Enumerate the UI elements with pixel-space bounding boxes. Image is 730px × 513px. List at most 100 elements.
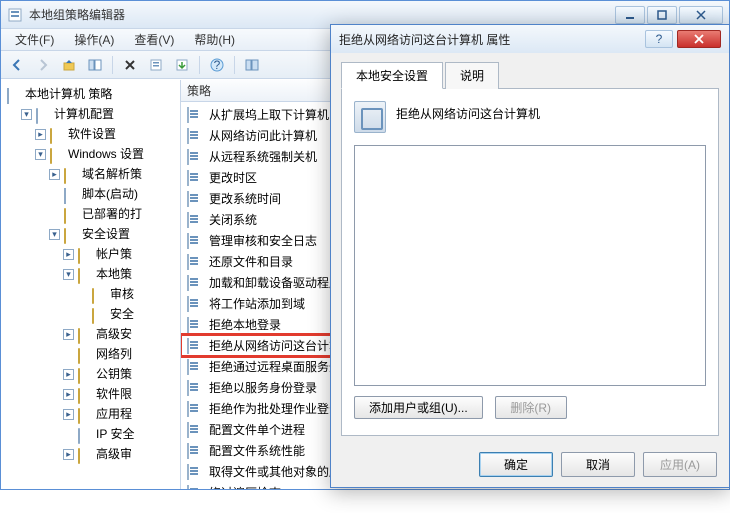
apply-button[interactable]: 应用(A) — [643, 452, 717, 477]
properties-button[interactable] — [144, 54, 168, 76]
menu-view[interactable]: 查看(V) — [124, 29, 184, 50]
tree-label: 本地计算机 策略 — [25, 85, 112, 103]
tree-label: IP 安全 — [96, 425, 134, 443]
tree-network[interactable]: 网络列 — [61, 344, 180, 364]
tree-script[interactable]: 脚本(启动) — [47, 184, 180, 204]
tree-ipsafe[interactable]: IP 安全 — [61, 424, 180, 444]
close-button[interactable] — [679, 6, 723, 24]
tab-explain[interactable]: 说明 — [445, 62, 499, 89]
tree-audit[interactable]: 审核 — [75, 284, 180, 304]
list-item-label: 管理审核和安全日志 — [209, 232, 317, 249]
toolbar-separator — [234, 56, 235, 74]
refresh-button[interactable] — [240, 54, 264, 76]
tree-label: 计算机配置 — [54, 105, 114, 123]
tree-label: 软件设置 — [68, 125, 116, 143]
tree-label: 网络列 — [96, 345, 132, 363]
tab-strip: 本地安全设置 说明 — [341, 61, 719, 89]
tree-software[interactable]: ▸ 软件设置 — [33, 124, 180, 144]
policy-item-icon — [187, 171, 203, 185]
tree-label: 脚本(启动) — [82, 185, 138, 203]
folder-icon — [64, 167, 80, 181]
expand-icon[interactable]: ▸ — [63, 449, 74, 460]
expand-icon[interactable]: ▸ — [49, 169, 60, 180]
policy-item-icon — [187, 129, 203, 143]
ok-button[interactable]: 确定 — [479, 452, 553, 477]
menu-action[interactable]: 操作(A) — [64, 29, 124, 50]
policy-item-icon — [187, 276, 203, 290]
tree-applimit[interactable]: ▸ 应用程 — [61, 404, 180, 424]
script-icon — [64, 187, 80, 201]
tree-computer-config[interactable]: ▾ 计算机配置 — [19, 104, 180, 124]
policy-item-icon — [187, 297, 203, 311]
delete-button[interactable] — [118, 54, 142, 76]
remove-button[interactable]: 删除(R) — [495, 396, 567, 419]
tree-local[interactable]: ▾本地策 — [61, 264, 180, 284]
policy-item-icon — [187, 192, 203, 206]
folder-icon — [64, 207, 80, 221]
toolbar-separator — [199, 56, 200, 74]
list-item-label: 还原文件和目录 — [209, 253, 293, 270]
tree-softlimit[interactable]: ▸ 软件限 — [61, 384, 180, 404]
folder-icon — [92, 307, 108, 321]
policy-item-icon — [187, 255, 203, 269]
tree-security2[interactable]: 安全 — [75, 304, 180, 324]
window-title: 本地组策略编辑器 — [29, 6, 615, 23]
menu-help[interactable]: 帮助(H) — [184, 29, 245, 50]
menu-file[interactable]: 文件(F) — [5, 29, 64, 50]
show-hide-tree-button[interactable] — [83, 54, 107, 76]
tree-label: 应用程 — [96, 405, 132, 423]
tab-local-security[interactable]: 本地安全设置 — [341, 62, 443, 89]
tree-pane[interactable]: 本地计算机 策略 ▾计算机配置 ▸软件设置 ▾Windows 设置 ▸域名解析 — [1, 80, 181, 489]
tree-root[interactable]: 本地计算机 策略 — [5, 84, 180, 104]
help-button[interactable]: ? — [205, 54, 229, 76]
policy-item-icon — [187, 360, 203, 374]
shield-icon — [78, 427, 94, 441]
list-item-label: 从远程系统强制关机 — [209, 148, 317, 165]
expand-icon[interactable]: ▸ — [63, 409, 74, 420]
up-button[interactable] — [57, 54, 81, 76]
tree-windows[interactable]: ▾ Windows 设置 — [33, 144, 180, 164]
folder-icon — [78, 407, 94, 421]
tree-advaudit[interactable]: ▸ 高级审 — [61, 444, 180, 464]
tree-publickey[interactable]: ▸公钥策 — [61, 364, 180, 384]
collapse-icon[interactable]: ▾ — [35, 149, 46, 160]
list-item-label: 加载和卸载设备驱动程序 — [209, 274, 341, 291]
collapse-icon[interactable]: ▾ — [21, 109, 32, 120]
forward-button[interactable] — [31, 54, 55, 76]
tree-deployed[interactable]: 已部署的打 — [47, 204, 180, 224]
tree-dns[interactable]: ▸域名解析策 — [47, 164, 180, 184]
folder-icon — [78, 367, 94, 381]
tree-advanced[interactable]: ▸高级安 — [61, 324, 180, 344]
collapse-icon[interactable]: ▾ — [49, 229, 60, 240]
expand-icon[interactable]: ▸ — [63, 249, 74, 260]
expand-icon[interactable]: ▸ — [63, 329, 74, 340]
tree-account[interactable]: ▸帐户策 — [61, 244, 180, 264]
policy-item-icon — [187, 339, 203, 353]
back-button[interactable] — [5, 54, 29, 76]
cancel-button[interactable]: 取消 — [561, 452, 635, 477]
expand-icon[interactable]: ▸ — [63, 369, 74, 380]
tree-label: 高级审 — [96, 445, 132, 463]
tree-label: Windows 设置 — [68, 145, 144, 163]
button-row: 添加用户或组(U)... 删除(R) — [354, 396, 706, 419]
close-button[interactable] — [677, 30, 721, 48]
policy-item-icon — [187, 108, 203, 122]
policy-header: 拒绝从网络访问这台计算机 — [354, 101, 706, 133]
tree-label: 软件限 — [96, 385, 132, 403]
minimize-button[interactable] — [615, 6, 645, 24]
help-button[interactable]: ? — [645, 30, 673, 48]
policy-item-icon — [187, 444, 203, 458]
list-item-label: 配置文件系统性能 — [209, 442, 305, 459]
tree-security[interactable]: ▾安全设置 — [47, 224, 180, 244]
export-button[interactable] — [170, 54, 194, 76]
expand-icon[interactable]: ▸ — [35, 129, 46, 140]
policy-item-icon — [187, 465, 203, 479]
maximize-button[interactable] — [647, 6, 677, 24]
add-user-button[interactable]: 添加用户或组(U)... — [354, 396, 483, 419]
collapse-icon[interactable]: ▾ — [63, 269, 74, 280]
folder-icon — [50, 127, 66, 141]
users-listbox[interactable] — [354, 145, 706, 386]
folder-icon — [92, 287, 108, 301]
tree-label: 安全 — [110, 305, 134, 323]
expand-icon[interactable]: ▸ — [63, 389, 74, 400]
